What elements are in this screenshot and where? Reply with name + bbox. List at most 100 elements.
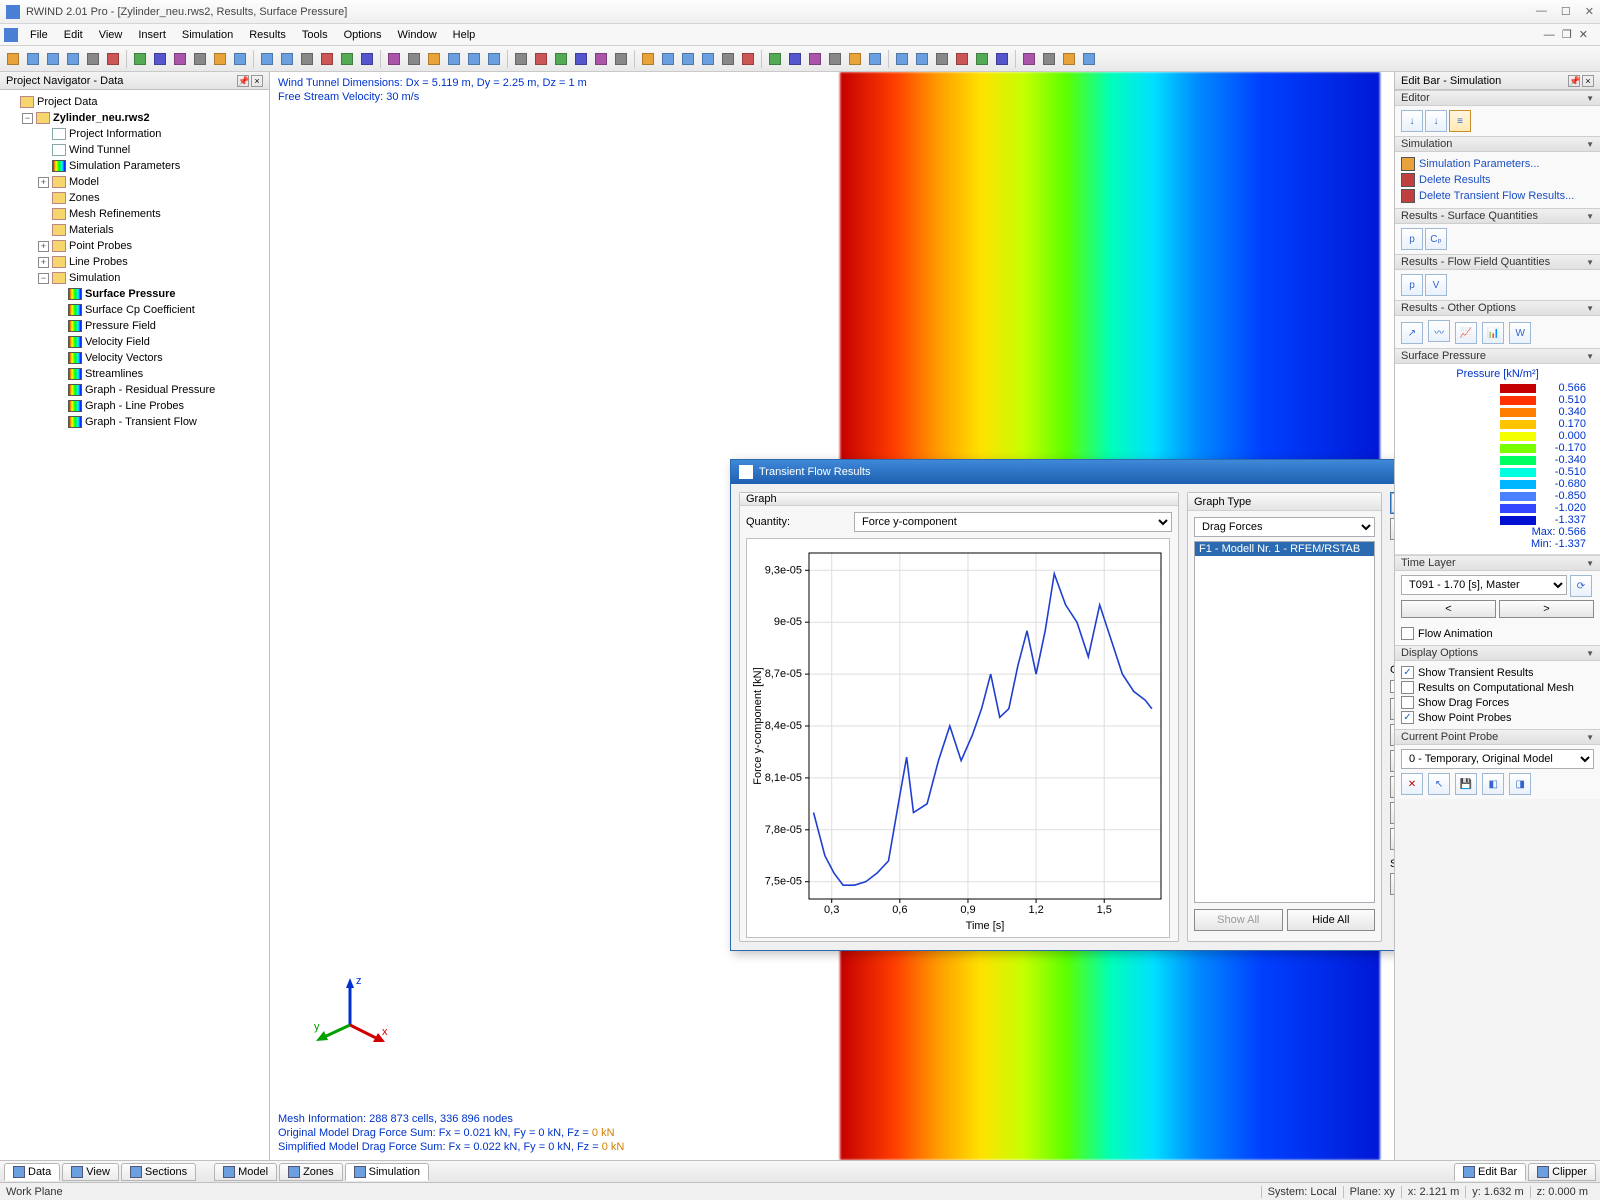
legend-checkbox[interactable]: [1390, 680, 1394, 693]
toolbar-button-24[interactable]: [512, 50, 530, 68]
toolbar-button-19[interactable]: [405, 50, 423, 68]
tree-point-probes[interactable]: +Point Probes: [0, 238, 269, 254]
toolbar-button-4[interactable]: [84, 50, 102, 68]
toolbar-button-22[interactable]: [465, 50, 483, 68]
toolbar-button-46[interactable]: [973, 50, 991, 68]
toolbar-button-41[interactable]: [866, 50, 884, 68]
menu-file[interactable]: File: [22, 27, 56, 43]
tree-zones[interactable]: Zones: [0, 190, 269, 206]
tree-simulation[interactable]: −Simulation: [0, 270, 269, 286]
tree-surface-cp-coefficient[interactable]: Surface Cp Coefficient: [0, 302, 269, 318]
roo-btn-3[interactable]: 📈: [1455, 322, 1477, 344]
sim-link-0[interactable]: Simulation Parameters...: [1401, 156, 1594, 172]
tree-wind-tunnel[interactable]: Wind Tunnel: [0, 142, 269, 158]
panel-close-icon[interactable]: ×: [1582, 75, 1594, 87]
toolbar-button-42[interactable]: [893, 50, 911, 68]
toolbar-button-44[interactable]: [933, 50, 951, 68]
dialog-print-button[interactable]: Print: [1390, 802, 1394, 824]
probe-btn-5[interactable]: ◨: [1509, 773, 1531, 795]
toolbar-button-33[interactable]: [699, 50, 717, 68]
toolbar-button-27[interactable]: [572, 50, 590, 68]
tree-line-probes[interactable]: +Line Probes: [0, 254, 269, 270]
time-layer-select[interactable]: T091 - 1.70 [s], Master: [1401, 575, 1567, 595]
dialog-title-bar[interactable]: Transient Flow Results ✕: [731, 460, 1394, 484]
tree-surface-pressure[interactable]: Surface Pressure: [0, 286, 269, 302]
dialog-next-button[interactable]: Next: [1390, 698, 1394, 720]
toolbar-button-18[interactable]: [385, 50, 403, 68]
toolbar-button-49[interactable]: [1040, 50, 1058, 68]
dialog-copy-button[interactable]: Copy: [1390, 828, 1394, 850]
toolbar-button-43[interactable]: [913, 50, 931, 68]
edit-button[interactable]: Edit: [1390, 873, 1394, 895]
tab-clipper[interactable]: Clipper: [1528, 1163, 1596, 1181]
toolbar-button-35[interactable]: [739, 50, 757, 68]
menu-simulation[interactable]: Simulation: [174, 27, 241, 43]
dialog-close-button[interactable]: Close: [1390, 492, 1394, 514]
menu-insert[interactable]: Insert: [130, 27, 174, 43]
toolbar-button-14[interactable]: [298, 50, 316, 68]
display-option-2[interactable]: Show Drag Forces: [1401, 695, 1594, 710]
rff-v-button[interactable]: V: [1425, 274, 1447, 296]
toolbar-button-16[interactable]: [338, 50, 356, 68]
3d-viewport[interactable]: Wind Tunnel Dimensions: Dx = 5.119 m, Dy…: [270, 72, 1394, 1160]
toolbar-button-1[interactable]: [24, 50, 42, 68]
toolbar-button-40[interactable]: [846, 50, 864, 68]
toolbar-button-32[interactable]: [679, 50, 697, 68]
toolbar-button-23[interactable]: [485, 50, 503, 68]
panel-close-icon[interactable]: ×: [251, 75, 263, 87]
tree-pressure-field[interactable]: Pressure Field: [0, 318, 269, 334]
tab-model[interactable]: Model: [214, 1163, 277, 1181]
maximize-button[interactable]: ☐: [1561, 5, 1571, 18]
tree-mesh-refinements[interactable]: Mesh Refinements: [0, 206, 269, 222]
tree-graph-residual-pressure[interactable]: Graph - Residual Pressure: [0, 382, 269, 398]
toolbar-button-17[interactable]: [358, 50, 376, 68]
tree-model[interactable]: +Model: [0, 174, 269, 190]
roo-btn-1[interactable]: ↗: [1401, 322, 1423, 344]
editor-btn-1[interactable]: ↓: [1401, 110, 1423, 132]
tab-zones[interactable]: Zones: [279, 1163, 343, 1181]
pin-icon[interactable]: 📌: [237, 75, 249, 87]
roo-btn-2[interactable]: 〰: [1428, 320, 1450, 342]
time-prev-button[interactable]: <: [1401, 600, 1496, 618]
dialog-previous-button[interactable]: Previous: [1390, 724, 1394, 746]
display-option-3[interactable]: ✓Show Point Probes: [1401, 710, 1594, 725]
toolbar-button-9[interactable]: [191, 50, 209, 68]
toolbar-button-10[interactable]: [211, 50, 229, 68]
toolbar-button-6[interactable]: [131, 50, 149, 68]
toolbar-button-20[interactable]: [425, 50, 443, 68]
help-button[interactable]: Help: [1390, 518, 1394, 540]
tree-project-data[interactable]: Project Data: [0, 94, 269, 110]
rsq-cp-button[interactable]: Cₚ: [1425, 228, 1447, 250]
toolbar-button-39[interactable]: [826, 50, 844, 68]
mdi-window-buttons[interactable]: — ❐ ✕: [1544, 28, 1596, 41]
series-list-item[interactable]: F1 - Modell Nr. 1 - RFEM/RSTAB Mo: [1195, 542, 1374, 556]
toolbar-button-36[interactable]: [766, 50, 784, 68]
toolbar-button-37[interactable]: [786, 50, 804, 68]
tree-graph-line-probes[interactable]: Graph - Line Probes: [0, 398, 269, 414]
flow-animation-checkbox[interactable]: [1401, 627, 1414, 640]
editor-btn-3[interactable]: ≡: [1449, 110, 1471, 132]
toolbar-button-3[interactable]: [64, 50, 82, 68]
toolbar-button-8[interactable]: [171, 50, 189, 68]
tab-data[interactable]: Data: [4, 1163, 60, 1181]
toolbar-button-21[interactable]: [445, 50, 463, 68]
editor-btn-2[interactable]: ↓: [1425, 110, 1447, 132]
roo-btn-5[interactable]: W: [1509, 322, 1531, 344]
sim-link-2[interactable]: Delete Transient Flow Results...: [1401, 188, 1594, 204]
tree-project-information[interactable]: Project Information: [0, 126, 269, 142]
toolbar-button-29[interactable]: [612, 50, 630, 68]
tree-streamlines[interactable]: Streamlines: [0, 366, 269, 382]
display-option-0[interactable]: ✓Show Transient Results: [1401, 665, 1594, 680]
roo-btn-4[interactable]: 📊: [1482, 322, 1504, 344]
toolbar-button-34[interactable]: [719, 50, 737, 68]
pin-icon[interactable]: 📌: [1568, 75, 1580, 87]
toolbar-button-11[interactable]: [231, 50, 249, 68]
rff-p-button[interactable]: p: [1401, 274, 1423, 296]
toolbar-button-25[interactable]: [532, 50, 550, 68]
menu-tools[interactable]: Tools: [294, 27, 336, 43]
toolbar-button-0[interactable]: [4, 50, 22, 68]
toolbar-button-5[interactable]: [104, 50, 122, 68]
menu-options[interactable]: Options: [336, 27, 390, 43]
tree-materials[interactable]: Materials: [0, 222, 269, 238]
toolbar-button-47[interactable]: [993, 50, 1011, 68]
